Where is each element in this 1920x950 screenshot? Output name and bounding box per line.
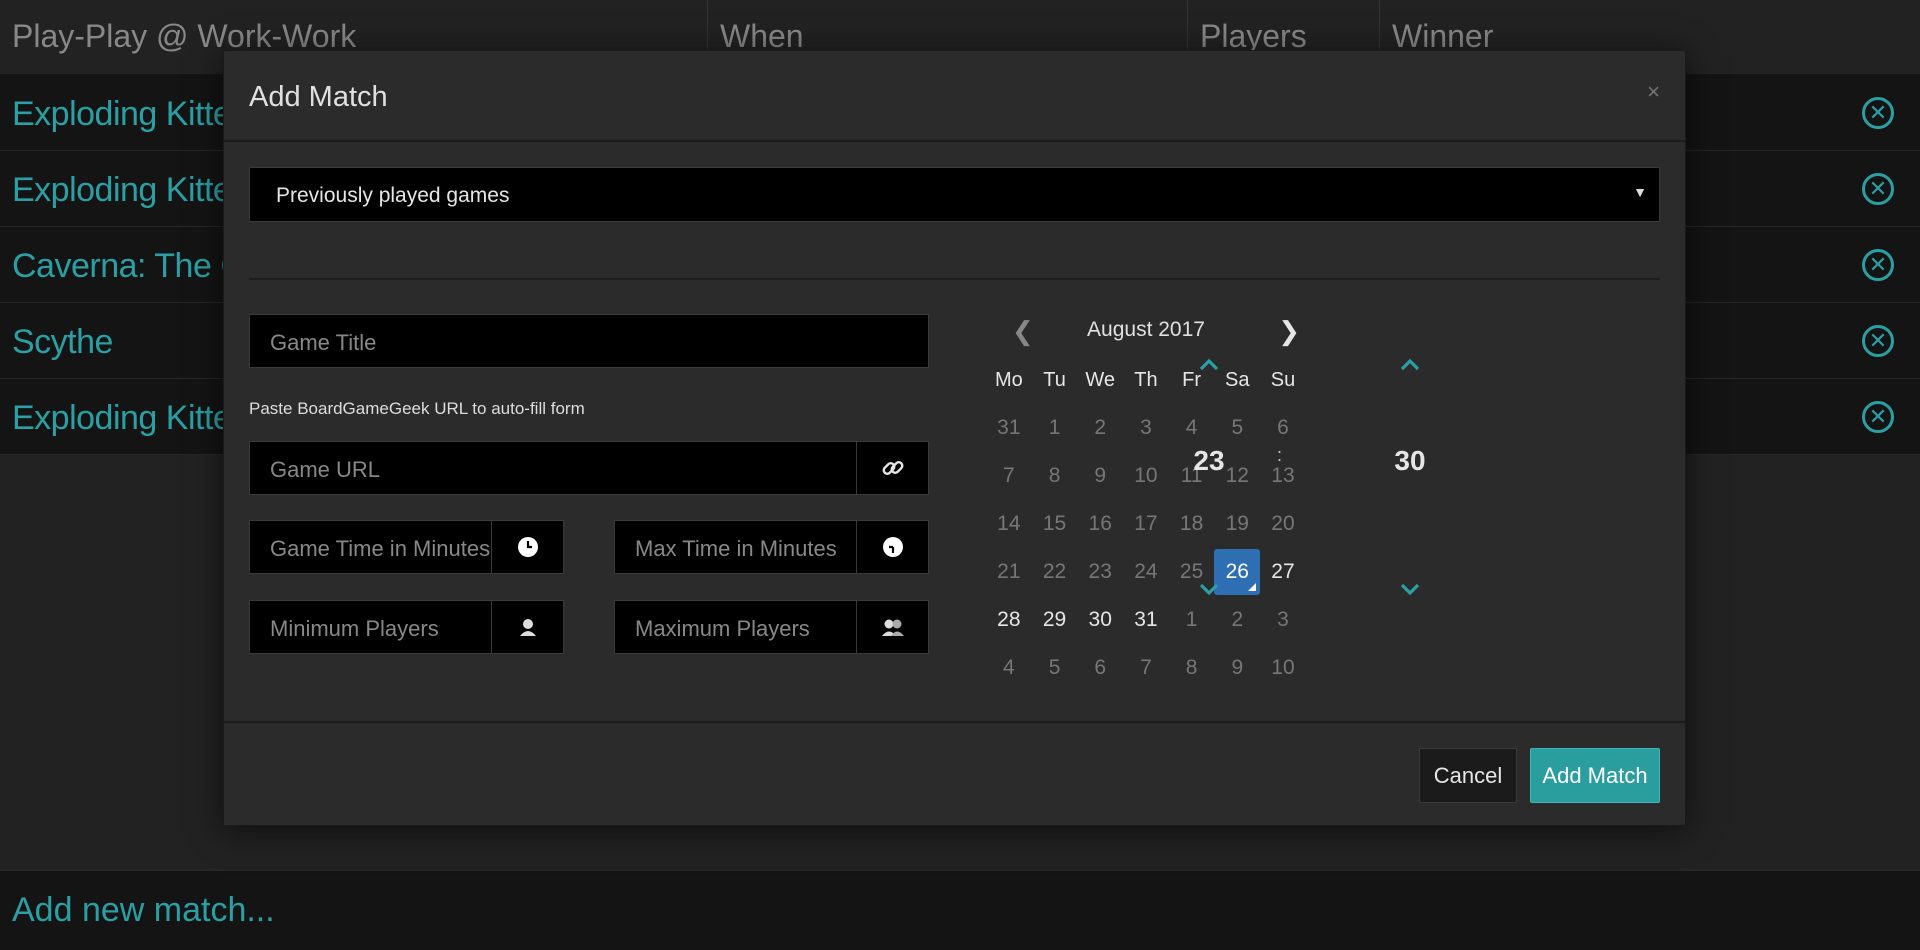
add-new-match-link[interactable]: Add new match... bbox=[12, 891, 275, 930]
users-icon bbox=[856, 601, 928, 653]
calendar-week: 28 29 30 31 1 2 3 bbox=[986, 596, 1306, 644]
calendar-day[interactable]: 31 bbox=[1123, 608, 1169, 632]
game-url-placeholder: Game URL bbox=[270, 457, 381, 482]
chevron-up-icon[interactable] bbox=[1350, 351, 1470, 377]
calendar-day[interactable]: 31 bbox=[986, 416, 1032, 440]
calendar-day[interactable]: 15 bbox=[1032, 512, 1078, 536]
select-value: Previously played games bbox=[276, 184, 510, 207]
clock-icon bbox=[856, 521, 928, 573]
max-time-placeholder: Max Time in Minutes bbox=[635, 536, 837, 561]
calendar-month: August 2017 bbox=[1087, 318, 1205, 341]
calendar-day[interactable]: 5 bbox=[1032, 656, 1078, 680]
delete-icon[interactable]: ✕ bbox=[1862, 325, 1894, 357]
calendar-day[interactable]: 29 bbox=[1032, 608, 1078, 632]
chevron-down-icon[interactable] bbox=[1149, 577, 1269, 603]
game-url-field[interactable]: Game URL bbox=[249, 441, 929, 495]
calendar-day[interactable]: 4 bbox=[986, 656, 1032, 680]
chevron-up-icon[interactable] bbox=[1149, 351, 1269, 377]
chevron-right-icon[interactable]: ❯ bbox=[1278, 316, 1300, 347]
calendar-day[interactable]: 3 bbox=[1260, 608, 1306, 632]
calendar-day[interactable]: 9 bbox=[1077, 464, 1123, 488]
calendar-day[interactable]: 10 bbox=[1260, 656, 1306, 680]
calendar-day[interactable]: 9 bbox=[1214, 656, 1260, 680]
divider bbox=[249, 278, 1660, 280]
calendar-day[interactable]: 22 bbox=[1032, 560, 1078, 584]
delete-icon[interactable]: ✕ bbox=[1862, 173, 1894, 205]
game-title-placeholder: Game Title bbox=[270, 330, 377, 355]
game-link[interactable]: Scythe bbox=[12, 323, 113, 362]
calendar-day[interactable]: 14 bbox=[986, 512, 1032, 536]
minutes-value[interactable]: 30 bbox=[1380, 445, 1440, 477]
max-players-field[interactable]: Maximum Players bbox=[614, 600, 929, 654]
weekday-label: Mo bbox=[994, 368, 1023, 391]
calendar-week: 4 5 6 7 8 9 10 bbox=[986, 644, 1306, 692]
calendar-day[interactable]: 2 bbox=[1214, 608, 1260, 632]
game-time-field[interactable]: Game Time in Minutes bbox=[249, 520, 564, 574]
max-players-placeholder: Maximum Players bbox=[635, 616, 810, 641]
delete-icon[interactable]: ✕ bbox=[1862, 97, 1894, 129]
delete-icon[interactable]: ✕ bbox=[1862, 401, 1894, 433]
calendar-day[interactable]: 1 bbox=[1032, 416, 1078, 440]
time-separator-colon: : bbox=[1277, 445, 1283, 465]
modal-footer-divider bbox=[224, 721, 1685, 723]
calendar-day[interactable]: 21 bbox=[986, 560, 1032, 584]
add-match-button[interactable]: Add Match bbox=[1530, 748, 1660, 803]
calendar-day[interactable]: 1 bbox=[1169, 608, 1215, 632]
calendar-day[interactable]: 23 bbox=[1077, 560, 1123, 584]
clock-icon bbox=[491, 521, 563, 573]
max-time-field[interactable]: Max Time in Minutes bbox=[614, 520, 929, 574]
min-players-field[interactable]: Minimum Players bbox=[249, 600, 564, 654]
chevron-down-icon[interactable] bbox=[1350, 577, 1470, 603]
min-players-placeholder: Minimum Players bbox=[270, 616, 439, 641]
hours-value[interactable]: 23 bbox=[1179, 445, 1239, 477]
calendar-day[interactable]: 28 bbox=[986, 608, 1032, 632]
chevron-down-icon: ▼ bbox=[1633, 184, 1647, 200]
table-footer: Add new match... bbox=[0, 870, 1920, 950]
previous-games-select[interactable]: Previously played games ▼ bbox=[249, 167, 1660, 222]
url-hint: Paste BoardGameGeek URL to auto-fill for… bbox=[249, 399, 585, 418]
calendar-day[interactable]: 30 bbox=[1077, 608, 1123, 632]
game-time-placeholder: Game Time in Minutes bbox=[270, 536, 491, 561]
calendar-day[interactable]: 8 bbox=[1169, 656, 1215, 680]
user-icon bbox=[491, 601, 563, 653]
close-icon[interactable]: × bbox=[1647, 79, 1660, 105]
calendar-day[interactable]: 6 bbox=[1077, 656, 1123, 680]
modal-header: Add Match × bbox=[224, 51, 1685, 142]
calendar-day[interactable]: 7 bbox=[986, 464, 1032, 488]
hour-picker: 23 bbox=[1149, 351, 1269, 603]
weekday-label: We bbox=[1085, 368, 1116, 391]
add-match-modal: Add Match × Previously played games ▼ Ga… bbox=[223, 50, 1686, 826]
minute-picker: 30 bbox=[1350, 351, 1470, 603]
link-icon[interactable] bbox=[856, 442, 928, 494]
time-separator: : bbox=[1277, 445, 1297, 466]
delete-icon[interactable]: ✕ bbox=[1862, 249, 1894, 281]
calendar-day[interactable]: 16 bbox=[1077, 512, 1123, 536]
weekday-label: Tu bbox=[1043, 368, 1066, 391]
calendar-day[interactable]: 2 bbox=[1077, 416, 1123, 440]
calendar-header: ❮ August 2017 ❯ bbox=[986, 314, 1306, 350]
modal-title: Add Match bbox=[249, 81, 388, 113]
calendar-day[interactable]: 7 bbox=[1123, 656, 1169, 680]
game-title-field[interactable]: Game Title bbox=[249, 314, 929, 368]
cancel-button[interactable]: Cancel bbox=[1419, 748, 1517, 803]
calendar-day[interactable]: 8 bbox=[1032, 464, 1078, 488]
